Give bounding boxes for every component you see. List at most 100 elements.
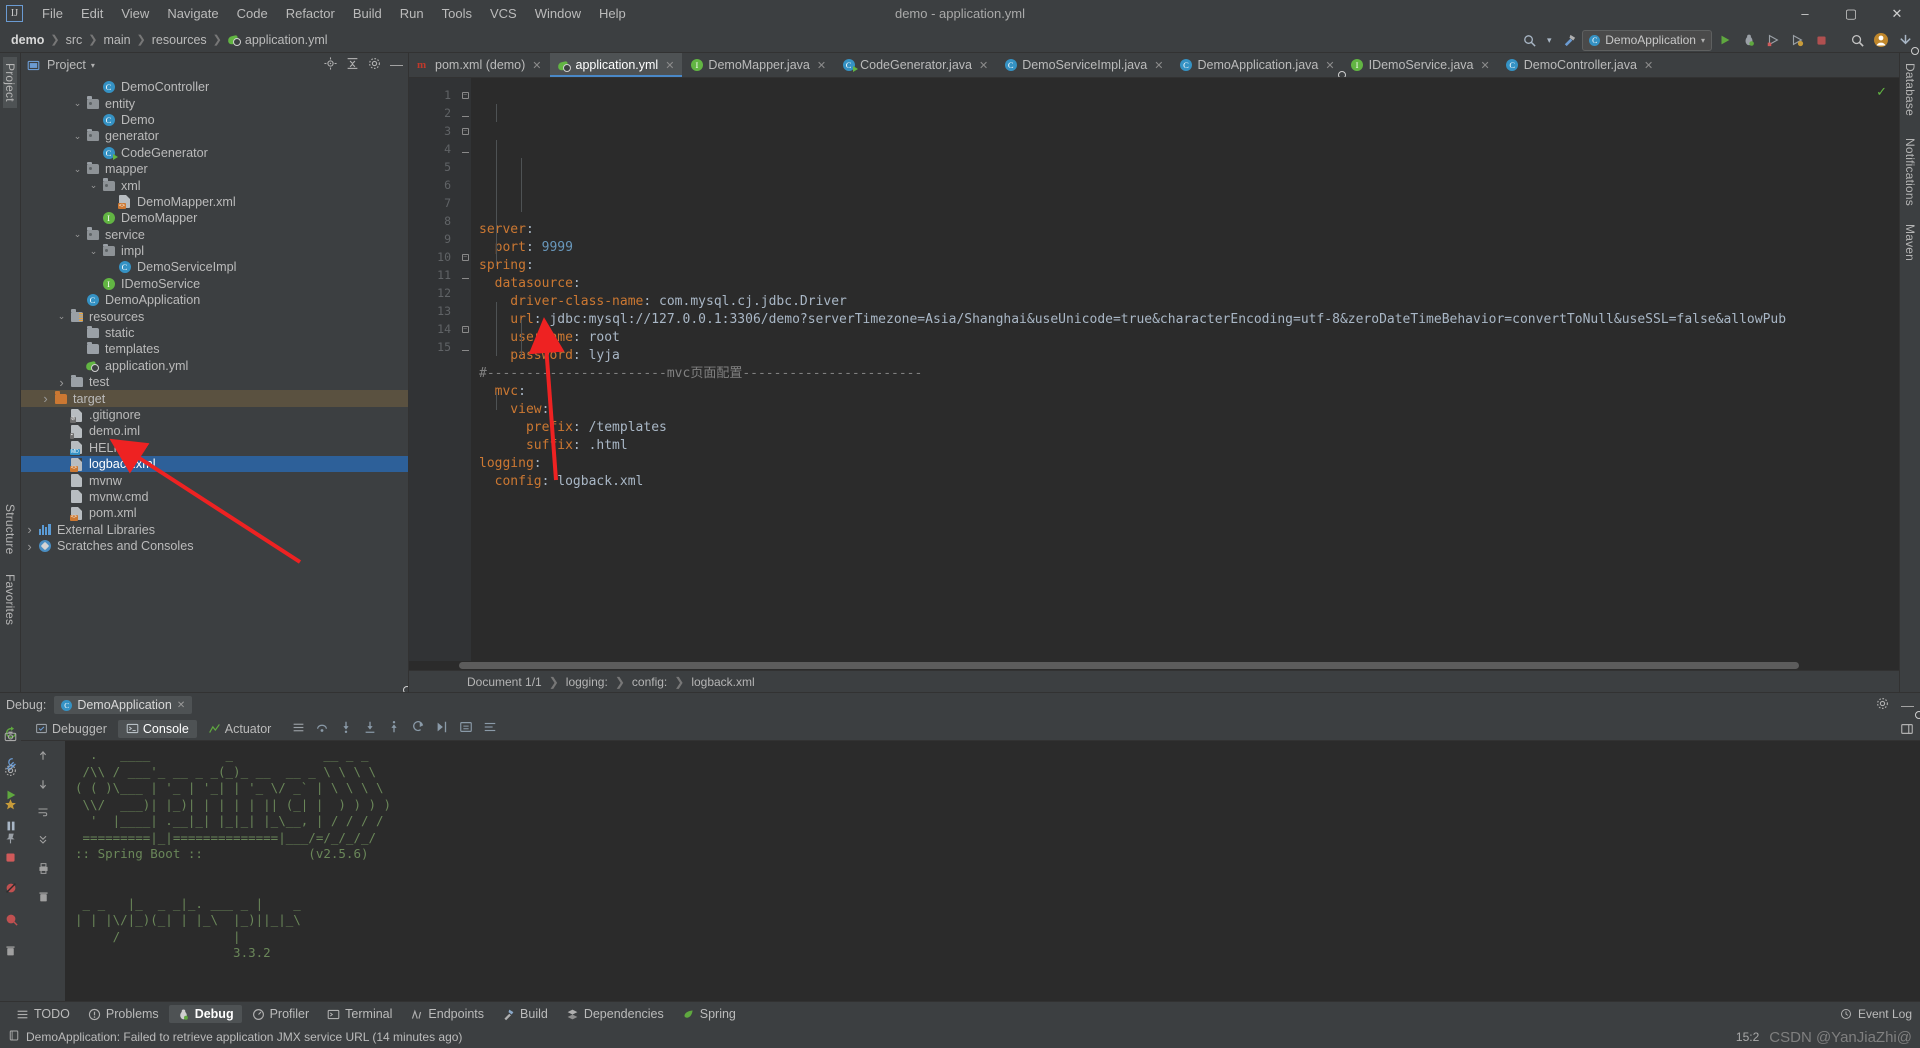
tree-node[interactable]: I DemoMapper [21, 210, 408, 226]
code-line[interactable]: spring: [479, 257, 1899, 275]
menu-vcs[interactable]: VCS [481, 3, 526, 24]
close-icon[interactable]: ✕ [532, 59, 541, 72]
close-icon[interactable]: ✕ [1325, 59, 1334, 72]
tree-node[interactable]: <> DemoMapper.xml [21, 194, 408, 210]
code-line[interactable]: driver-class-name: com.mysql.cj.jdbc.Dri… [479, 293, 1899, 311]
close-icon[interactable]: ✕ [817, 59, 826, 72]
tool-window-button[interactable]: Build [494, 1005, 556, 1023]
status-message[interactable]: DemoApplication: Failed to retrieve appl… [26, 1030, 462, 1044]
tab-debugger[interactable]: Debugger [27, 720, 115, 738]
inspection-status-icon[interactable]: ✓ [1876, 84, 1887, 100]
account-icon[interactable] [1870, 29, 1892, 51]
editor-tab[interactable]: C DemoApplication.java ✕ [1171, 53, 1342, 77]
tool-window-structure[interactable]: Structure [3, 498, 17, 561]
code-line[interactable]: url: jdbc:mysql://127.0.0.1:3306/demo?se… [479, 311, 1899, 329]
yaml-path-config[interactable]: config: [632, 675, 667, 689]
editor-tab[interactable]: I IDemoService.java ✕ [1343, 53, 1498, 77]
tree-node[interactable]: › Scratches and Consoles [21, 538, 408, 554]
editor-code-content[interactable]: server: port: 9999 spring: datasource: dr… [471, 78, 1899, 661]
profiler-icon[interactable] [1786, 29, 1808, 51]
ij-logo-icon[interactable]: IJ [6, 5, 23, 22]
step-into-icon[interactable] [339, 720, 353, 737]
print-icon[interactable] [33, 858, 53, 878]
yaml-path-value[interactable]: logback.xml [691, 675, 754, 689]
code-line[interactable]: #-----------------------mvc页面配置---------… [479, 365, 1899, 383]
drop-frame-icon[interactable] [411, 720, 425, 737]
minimize-button[interactable]: – [1782, 0, 1828, 27]
search-everywhere-icon[interactable] [1518, 29, 1540, 51]
editor-tab[interactable]: C CodeGenerator.java ✕ [834, 53, 996, 77]
gear-icon[interactable] [1876, 697, 1889, 713]
tree-node[interactable]: C DemoApplication [21, 292, 408, 308]
tree-node[interactable]: application.yml [21, 358, 408, 374]
evaluate-expression-icon[interactable] [459, 720, 473, 737]
tree-node[interactable]: ⌄ generator [21, 128, 408, 144]
chevron-down-icon[interactable]: ▾ [91, 61, 95, 70]
debug-tab-settings-icon[interactable] [1900, 722, 1914, 736]
trash-icon[interactable] [1, 940, 21, 960]
fold-marker[interactable] [459, 266, 471, 284]
up-arrow-icon[interactable] [33, 746, 53, 766]
code-line[interactable]: datasource: [479, 275, 1899, 293]
tool-window-button[interactable]: Endpoints [402, 1005, 492, 1023]
tab-actuator[interactable]: Actuator [200, 720, 280, 738]
tree-node[interactable]: › target [21, 390, 408, 407]
tree-node[interactable]: static [21, 325, 408, 341]
tree-node[interactable]: <> pom.xml [21, 505, 408, 521]
tool-window-notifications[interactable]: Notifications [1903, 132, 1917, 212]
fold-marker[interactable]: − [459, 320, 471, 338]
code-line[interactable]: logging: [479, 455, 1899, 473]
menu-run[interactable]: Run [391, 3, 433, 24]
debug-session-tab[interactable]: C DemoApplication ✕ [54, 696, 193, 714]
tool-window-button[interactable]: Problems [80, 1005, 167, 1023]
tree-node[interactable]: › External Libraries [21, 522, 408, 538]
tool-window-project[interactable]: Project [3, 57, 17, 108]
close-icon[interactable]: ✕ [665, 59, 674, 72]
close-button[interactable]: ✕ [1874, 0, 1920, 27]
step-over-icon[interactable] [315, 720, 329, 737]
hide-panel-icon[interactable]: — [390, 58, 403, 71]
editor-tab[interactable]: I DemoMapper.java ✕ [682, 53, 834, 77]
tree-node[interactable]: ⌄ resources [21, 308, 408, 324]
tree-node[interactable]: ⌄ entity [21, 95, 408, 111]
chevron-down-icon[interactable]: ▾ [1542, 29, 1556, 51]
code-line[interactable]: server: [479, 221, 1899, 239]
stop-icon[interactable] [1, 847, 21, 867]
soft-wrap-icon[interactable] [483, 720, 497, 737]
maximize-button[interactable]: ▢ [1828, 0, 1874, 27]
code-line[interactable]: suffix: .html [479, 437, 1899, 455]
chevron-down-icon[interactable]: ⌄ [71, 98, 84, 109]
tool-window-button[interactable]: Dependencies [558, 1005, 672, 1023]
chevron-right-icon[interactable]: › [23, 539, 36, 554]
chevron-down-icon[interactable]: ⌄ [71, 229, 84, 240]
menu-window[interactable]: Window [526, 3, 590, 24]
menu-code[interactable]: Code [228, 3, 277, 24]
tree-node[interactable]: C CodeGenerator [21, 145, 408, 161]
chevron-right-icon[interactable]: › [23, 522, 36, 537]
tree-node[interactable]: C DemoServiceImpl [21, 259, 408, 275]
menu-tools[interactable]: Tools [433, 3, 481, 24]
tree-node[interactable]: › test [21, 374, 408, 390]
tool-window-button[interactable]: TODO [8, 1005, 78, 1023]
code-line[interactable]: view: [479, 401, 1899, 419]
camera-icon[interactable] [4, 730, 17, 746]
settings-gear-icon[interactable] [4, 764, 17, 780]
mute-breakpoints-icon[interactable] [1, 878, 21, 898]
fold-marker[interactable] [459, 104, 471, 122]
tree-node[interactable]: mvnw.cmd [21, 489, 408, 505]
tool-window-maven[interactable]: Maven [1903, 218, 1917, 267]
scrollbar-thumb[interactable] [459, 662, 1799, 669]
event-log-button[interactable]: Event Log [1840, 1007, 1912, 1021]
tree-node[interactable]: ⌄ mapper [21, 161, 408, 177]
down-arrow-icon[interactable] [33, 774, 53, 794]
run-icon[interactable] [1714, 29, 1736, 51]
close-icon[interactable]: ✕ [1154, 59, 1163, 72]
close-icon[interactable]: ✕ [979, 59, 988, 72]
settings-gear-icon[interactable] [368, 57, 381, 73]
tree-node[interactable]: templates [21, 341, 408, 357]
chevron-down-icon[interactable]: ⌄ [87, 246, 100, 257]
menu-help[interactable]: Help [590, 3, 635, 24]
chevron-right-icon[interactable]: › [55, 375, 68, 390]
tool-window-database[interactable]: Database [1903, 57, 1917, 122]
tree-node[interactable]: <> logback.xml [21, 455, 408, 473]
